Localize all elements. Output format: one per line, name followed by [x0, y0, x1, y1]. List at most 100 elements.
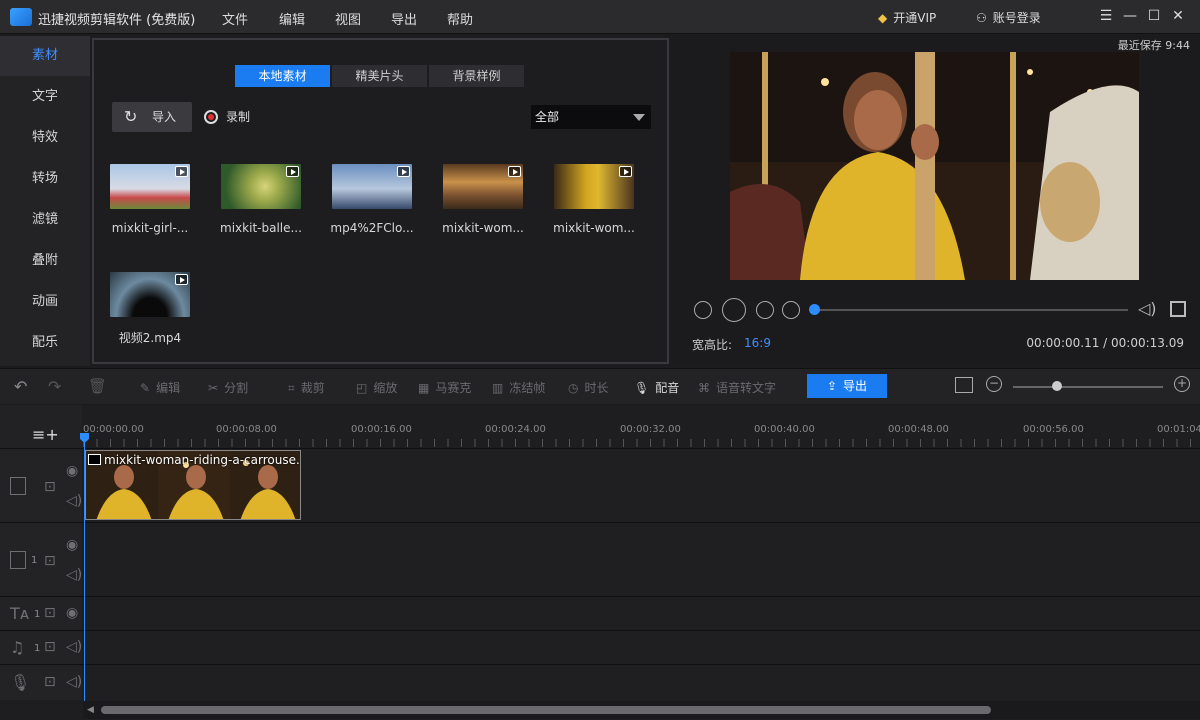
media-item-name: 视频2.mp4 — [118, 331, 182, 345]
sidebar-item-transitions[interactable]: 转场 — [0, 159, 90, 199]
play-icon[interactable] — [722, 298, 746, 322]
lock-icon[interactable]: ⊡ — [44, 639, 56, 655]
fullscreen-icon[interactable] — [1170, 301, 1186, 317]
add-track-icon[interactable]: ≡+ — [32, 425, 59, 444]
speech-icon: ⌘ — [698, 381, 710, 395]
sidebar-item-text[interactable]: 文字 — [0, 77, 90, 117]
filter-select-value: 全部 — [535, 110, 560, 124]
progress-bar[interactable] — [810, 309, 1128, 311]
tool-zoom[interactable]: ◰ 缩放 — [356, 379, 397, 396]
video-clip[interactable]: mixkit-woman-riding-a-carrouse... — [85, 450, 301, 520]
speaker-icon[interactable]: ◁) — [66, 639, 82, 655]
lock-icon[interactable]: ⊡ — [44, 553, 56, 569]
speaker-icon[interactable]: ◁) — [66, 493, 82, 509]
aspect-ratio-label: 宽高比: — [692, 338, 733, 352]
lock-icon[interactable]: ⊡ — [44, 674, 56, 690]
sidebar-item-material[interactable]: 素材 — [0, 36, 90, 76]
track-body[interactable] — [83, 665, 1200, 700]
tool-freeze-frame-label: 冻结帧 — [509, 381, 546, 395]
sidebar-item-filters[interactable]: 滤镜 — [0, 200, 90, 240]
text-track-icon: Tᴀ — [10, 604, 30, 623]
close-icon[interactable]: ✕ — [1170, 8, 1186, 24]
speaker-icon[interactable]: ◁) — [66, 674, 82, 690]
menu-file[interactable]: 文件 — [222, 9, 248, 28]
scroll-left-icon[interactable]: ◀ — [87, 705, 94, 715]
track-body[interactable] — [83, 631, 1200, 664]
import-button[interactable]: ↻ 导入 — [112, 102, 192, 132]
timeline-zoom-slider[interactable] — [1013, 386, 1163, 388]
music-track: ♫ 1 ⊡ ◁) — [0, 630, 1200, 664]
tool-speech-to-text[interactable]: ⌘ 语音转文字 — [698, 379, 776, 396]
eye-icon[interactable]: ◉ — [66, 537, 78, 553]
ruler-label: 00:00:32.00 — [620, 424, 681, 435]
tool-crop[interactable]: ⌗ 裁剪 — [288, 379, 325, 396]
menu-view[interactable]: 视图 — [335, 9, 361, 28]
video-icon — [286, 166, 299, 177]
timeline-zoom-knob[interactable] — [1052, 381, 1062, 391]
redo-icon[interactable]: ↷ — [48, 377, 61, 396]
tool-edit[interactable]: ✎ 编辑 — [140, 379, 180, 396]
export-icon: ⇪ — [826, 379, 838, 393]
minimize-icon[interactable]: — — [1122, 8, 1138, 24]
lock-icon[interactable]: ⊡ — [44, 605, 56, 621]
maximize-icon[interactable]: ☐ — [1146, 8, 1162, 24]
sidebar-item-effects[interactable]: 特效 — [0, 118, 90, 158]
eye-icon[interactable]: ◉ — [66, 463, 78, 479]
tab-backgrounds[interactable]: 背景样例 — [429, 65, 524, 87]
export-button[interactable]: ⇪ 导出 — [807, 374, 887, 398]
track-body[interactable] — [83, 597, 1200, 630]
scrollbar-thumb[interactable] — [101, 706, 991, 714]
tool-mosaic[interactable]: ▦ 马赛克 — [418, 379, 471, 396]
edit-icon: ✎ — [140, 381, 151, 395]
video-preview[interactable] — [730, 52, 1139, 280]
timeline-scrollbar[interactable]: ◀ — [83, 701, 1200, 719]
zoom-out-icon[interactable]: − — [986, 376, 1002, 392]
volume-icon[interactable]: ◁) — [1138, 299, 1158, 319]
ruler-label: 00:00:16.00 — [351, 424, 412, 435]
eye-icon[interactable]: ◉ — [66, 605, 78, 621]
filter-select[interactable]: 全部 — [531, 105, 651, 129]
tab-intros[interactable]: 精美片头 — [332, 65, 427, 87]
media-thumbnail — [443, 164, 523, 209]
speaker-icon[interactable]: ◁) — [66, 567, 82, 583]
freeze-frame-icon: ▥ — [492, 381, 504, 395]
menu-hamburger-icon[interactable]: ☰ — [1098, 8, 1114, 24]
stop-icon[interactable] — [782, 301, 800, 319]
clock-icon: ◷ — [568, 381, 579, 395]
undo-icon[interactable]: ↶ — [14, 377, 27, 396]
tab-local-material[interactable]: 本地素材 — [235, 65, 330, 87]
track-header: ♫ 1 ⊡ ◁) — [0, 631, 82, 664]
record-button[interactable]: 录制 — [204, 108, 250, 125]
progress-knob[interactable] — [809, 304, 820, 315]
tool-split[interactable]: ✂ 分割 — [208, 379, 248, 396]
tool-duration[interactable]: ◷ 时长 — [568, 379, 609, 396]
delete-icon[interactable]: 🗑 — [88, 377, 107, 395]
login-button[interactable]: ⚇ 账号登录 — [976, 9, 1041, 26]
diamond-icon: ◆ — [878, 11, 888, 25]
menu-edit[interactable]: 编辑 — [279, 9, 305, 28]
menu-export[interactable]: 导出 — [391, 9, 417, 28]
time-ruler[interactable]: 00:00:00.00 00:00:08.00 00:00:16.00 00:0… — [83, 405, 1200, 448]
vip-button[interactable]: ◆ 开通VIP — [878, 9, 936, 26]
media-thumbnail — [554, 164, 634, 209]
video-icon — [88, 454, 101, 465]
next-frame-icon[interactable] — [756, 301, 774, 319]
import-icon: ↻ — [124, 107, 138, 126]
tool-voiceover[interactable]: 🎙 配音 — [634, 379, 679, 396]
fit-timeline-icon[interactable] — [955, 377, 973, 393]
ruler-label: 00:00:56.00 — [1023, 424, 1084, 435]
previous-frame-icon[interactable] — [694, 301, 712, 319]
lock-icon[interactable]: ⊡ — [44, 479, 56, 495]
sidebar-item-music[interactable]: 配乐 — [0, 323, 90, 363]
sidebar-item-overlay[interactable]: 叠附 — [0, 241, 90, 281]
video-icon — [508, 166, 521, 177]
playhead[interactable] — [84, 435, 85, 703]
track-number: 1 — [34, 643, 41, 654]
aspect-ratio-value[interactable]: 16:9 — [744, 336, 771, 350]
track-body[interactable] — [83, 523, 1200, 596]
media-item-name: mixkit-balle... — [220, 221, 302, 235]
zoom-in-icon[interactable]: + — [1174, 376, 1190, 392]
sidebar-item-animation[interactable]: 动画 — [0, 282, 90, 322]
tool-freeze-frame[interactable]: ▥ 冻结帧 — [492, 379, 545, 396]
menu-help[interactable]: 帮助 — [447, 9, 473, 28]
